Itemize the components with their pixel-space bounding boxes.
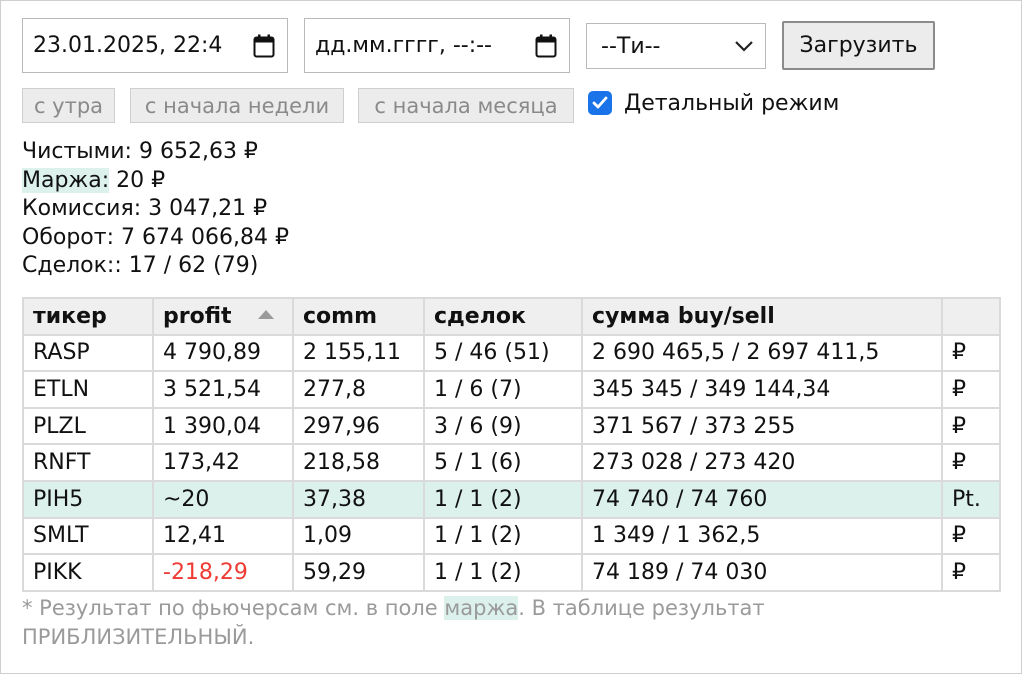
cell-comm: 1,09 [292, 516, 425, 556]
commission-label: Комиссия: [22, 196, 142, 221]
commission-value: 3 047,21 ₽ [148, 196, 268, 221]
since-month-start-button[interactable]: с начала месяца [358, 88, 574, 123]
load-button[interactable]: Загрузить [782, 21, 935, 70]
net-label: Чистыми: [22, 139, 132, 164]
chevron-down-icon [735, 41, 753, 52]
table-row: PLZL 1 390,04 297,96 3 / 6 (9) 371 567 /… [22, 406, 1001, 446]
cell-ticker: SMLT [22, 516, 154, 556]
footnote-text-start: * Результат по фьючерсам см. в поле [22, 596, 445, 620]
cell-currency: Pt. [941, 479, 1001, 519]
cell-ticker: RASP [22, 333, 154, 373]
table-row: ETLN 3 521,54 277,8 1 / 6 (7) 345 345 / … [22, 370, 1001, 409]
table-row: PIKK -218,29 59,29 1 / 1 (2) 74 189 / 74… [22, 553, 1001, 592]
cell-comm: 218,58 [292, 443, 425, 482]
net-line: Чистыми: 9 652,63 ₽ [22, 138, 289, 167]
cell-deals: 1 / 6 (7) [423, 370, 583, 409]
cell-sum: 371 567 / 373 255 [581, 406, 943, 446]
cell-ticker: ETLN [22, 370, 154, 409]
cell-sum: 74 189 / 74 030 [581, 553, 943, 592]
cell-deals: 1 / 1 (2) [423, 553, 583, 592]
detail-mode-toggle[interactable]: Детальный режим [588, 88, 839, 118]
calendar-icon[interactable] [251, 32, 277, 60]
cell-sum: 273 028 / 273 420 [581, 443, 943, 482]
cell-comm: 37,38 [292, 479, 425, 519]
cell-deals: 3 / 6 (9) [423, 406, 583, 446]
table-row-futures: PIH5 ~20 37,38 1 / 1 (2) 74 740 / 74 760… [22, 479, 1001, 519]
col-header-comm[interactable]: comm [292, 297, 425, 336]
commission-line: Комиссия: 3 047,21 ₽ [22, 195, 289, 224]
cell-comm: 2 155,11 [292, 333, 425, 373]
turnover-label: Оборот: [22, 224, 114, 250]
cell-ticker: PIKK [22, 553, 154, 592]
date-from-value: 23.01.2025, 22:4 [33, 33, 223, 58]
cell-deals: 1 / 1 (2) [423, 479, 583, 519]
footnote: * Результат по фьючерсам см. в поле марж… [22, 594, 822, 651]
table-row: RNFT 173,42 218,58 5 / 1 (6) 273 028 / 2… [22, 443, 1001, 482]
cell-currency: ₽ [941, 443, 1001, 482]
cell-currency: ₽ [941, 553, 1001, 592]
since-week-start-button[interactable]: с начала недели [130, 88, 344, 123]
cell-deals: 1 / 1 (2) [423, 516, 583, 556]
cell-currency: ₽ [941, 333, 1001, 373]
trades-table: тикер profit comm сделок сумма buy/sell … [22, 297, 1001, 592]
checkmark-icon [592, 96, 608, 109]
table-header-row: тикер profit comm сделок сумма buy/sell [22, 297, 1001, 336]
cell-comm: 277,8 [292, 370, 425, 409]
cell-currency: ₽ [941, 370, 1001, 409]
cell-sum: 2 690 465,5 / 2 697 411,5 [581, 333, 943, 373]
date-from-input[interactable]: 23.01.2025, 22:4 [22, 18, 288, 73]
cell-ticker: PLZL [22, 406, 154, 446]
cell-comm: 297,96 [292, 406, 425, 446]
detail-mode-label: Детальный режим [624, 90, 840, 116]
cell-sum: 1 349 / 1 362,5 [581, 516, 943, 556]
cell-ticker: PIH5 [22, 479, 154, 519]
deals-line: Сделок:: 17 / 62 (79) [22, 252, 289, 281]
col-header-deals[interactable]: сделок [423, 297, 583, 336]
col-header-ticker[interactable]: тикер [22, 297, 154, 336]
turnover-value: 7 674 066,84 ₽ [121, 224, 289, 250]
cell-profit: 3 521,54 [152, 370, 294, 409]
turnover-line: Оборот: 7 674 066,84 ₽ [22, 224, 289, 253]
cell-deals: 5 / 46 (51) [423, 333, 583, 373]
margin-value: 20 ₽ [116, 167, 166, 193]
margin-line: Маржа: 20 ₽ [22, 167, 289, 196]
cell-profit: ~20 [152, 479, 294, 519]
net-value: 9 652,63 ₽ [138, 139, 258, 164]
cell-ticker: RNFT [22, 443, 154, 482]
summary-block: Чистыми: 9 652,63 ₽ Маржа: 20 ₽ Комиссия… [22, 138, 289, 281]
margin-label: Маржа: [22, 167, 110, 193]
cell-currency: ₽ [941, 406, 1001, 446]
cell-profit: 1 390,04 [152, 406, 294, 446]
cell-profit: 173,42 [152, 443, 294, 482]
calendar-icon[interactable] [533, 32, 559, 60]
date-to-input[interactable]: дд.мм.гггг, --:-- [304, 18, 570, 73]
col-header-profit[interactable]: profit [152, 297, 294, 336]
since-morning-button[interactable]: с утра [22, 88, 115, 123]
cell-profit: 12,41 [152, 516, 294, 556]
date-to-value: дд.мм.гггг, --:-- [315, 33, 492, 58]
cell-profit-negative: -218,29 [152, 553, 294, 592]
type-select[interactable]: --Ти-- [586, 23, 766, 69]
cell-comm: 59,29 [292, 553, 425, 592]
cell-sum: 74 740 / 74 760 [581, 479, 943, 519]
detail-mode-checkbox[interactable] [588, 91, 612, 115]
cell-deals: 5 / 1 (6) [423, 443, 583, 482]
sort-asc-icon [257, 310, 274, 320]
deals-label: Сделок:: [22, 253, 122, 278]
table-row: SMLT 12,41 1,09 1 / 1 (2) 1 349 / 1 362,… [22, 516, 1001, 556]
footnote-margin-highlight: маржа [444, 596, 519, 620]
col-header-currency [941, 297, 1001, 336]
col-header-sum[interactable]: сумма buy/sell [581, 297, 943, 336]
table-row: RASP 4 790,89 2 155,11 5 / 46 (51) 2 690… [22, 333, 1001, 373]
type-select-value: --Ти-- [601, 33, 661, 59]
deals-value: 17 / 62 (79) [128, 253, 259, 278]
cell-currency: ₽ [941, 516, 1001, 556]
cell-profit: 4 790,89 [152, 333, 294, 373]
cell-sum: 345 345 / 349 144,34 [581, 370, 943, 409]
